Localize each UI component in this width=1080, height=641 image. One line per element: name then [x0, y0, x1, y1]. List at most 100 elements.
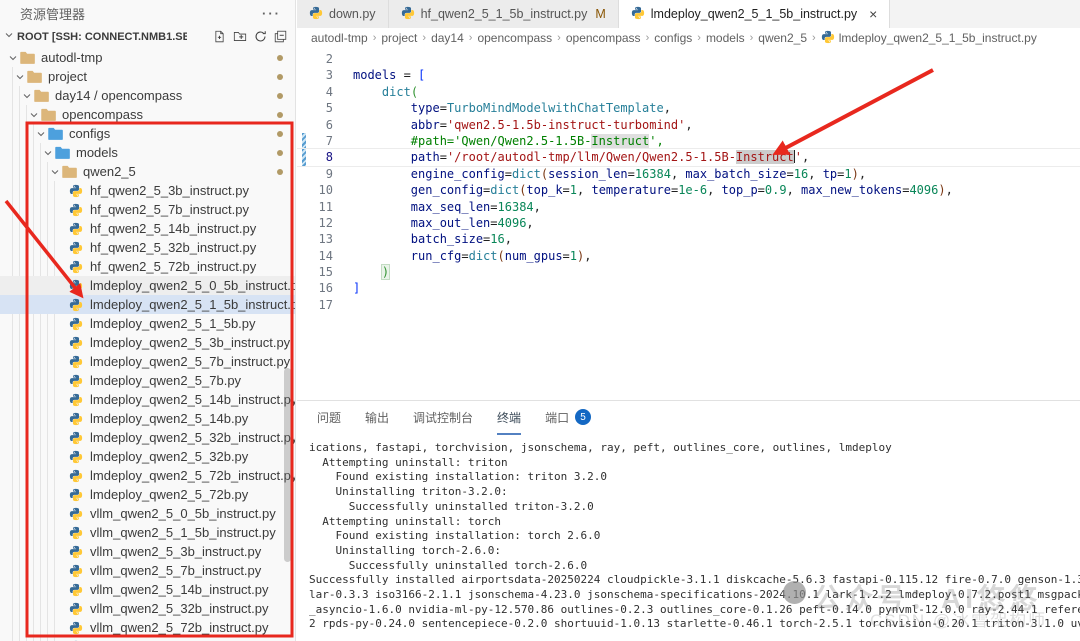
breadcrumb-item[interactable]: qwen2_5 [758, 31, 807, 45]
code-line[interactable]: 6 abbr='qwen2.5-1.5b-instruct-turbomind'… [297, 117, 1080, 133]
panel-tab-bar: 问题 输出 调试控制台 终端 端口 5 [297, 401, 1080, 435]
root-section-header[interactable]: ROOT [SSH: CONNECT.NMB1.SEETACLOU... [0, 26, 295, 47]
python-file-icon [69, 469, 86, 483]
editor-tab[interactable]: lmdeploy_qwen2_5_1_5b_instruct.py × [618, 0, 891, 28]
python-file-icon [69, 431, 86, 445]
ports-badge: 5 [575, 409, 592, 425]
tree-item[interactable]: vllm_qwen2_5_72b_instruct.py [0, 618, 295, 637]
breadcrumb-item[interactable]: autodl-tmp [311, 31, 368, 45]
editor-tab[interactable]: down.py [297, 0, 389, 28]
tree-item[interactable]: qwen2_5 [0, 162, 295, 181]
more-actions-icon[interactable]: ··· [262, 6, 281, 21]
code-line[interactable]: 8 path='/root/autodl-tmp/llm/Qwen/Qwen2.… [297, 149, 1080, 166]
code-line[interactable]: 3 models = [ [297, 67, 1080, 83]
tree-item[interactable]: lmdeploy_qwen2_5_72b_instruct.py [0, 466, 295, 485]
terminal-line: Successfully uninstalled triton-3.2.0 [309, 499, 594, 513]
tree-item[interactable]: hf_qwen2_5_14b_instruct.py [0, 219, 295, 238]
python-file-icon [69, 526, 86, 540]
python-file-icon [69, 279, 86, 293]
panel-tab-label: 问题 [317, 410, 342, 425]
tree-item[interactable]: vllm_qwen2_5_32b_instruct.py [0, 599, 295, 618]
tree-item[interactable]: models [0, 143, 295, 162]
python-file-icon [401, 6, 415, 23]
line-number: 3 [325, 68, 333, 83]
code-line[interactable]: 9 engine_config=dict(session_len=16384, … [297, 166, 1080, 182]
panel-tab[interactable]: 终端 [497, 401, 522, 435]
code-line[interactable]: 16] [297, 280, 1080, 296]
collapse-all-icon[interactable] [274, 30, 287, 43]
tree-item[interactable]: opencompass [0, 105, 295, 124]
panel-tab[interactable]: 端口 5 [545, 401, 592, 435]
modified-dot [277, 150, 283, 156]
tree-item[interactable]: project [0, 67, 295, 86]
code-line[interactable]: 5 type=TurboMindModelwithChatTemplate, [297, 100, 1080, 116]
code-line[interactable]: 11 max_seq_len=16384, [297, 199, 1080, 215]
code-line[interactable]: 7 #path='Qwen/Qwen2.5-1.5B-Instruct', [297, 132, 1080, 150]
code-line[interactable]: 12 max_out_len=4096, [297, 215, 1080, 231]
tree-item[interactable]: configs [0, 124, 295, 143]
panel-tab[interactable]: 问题 [317, 401, 341, 435]
code-line[interactable]: 13 batch_size=16, [297, 231, 1080, 247]
breadcrumb-item[interactable]: project [381, 31, 417, 45]
line-number: 10 [318, 183, 333, 198]
breadcrumb-file[interactable]: lmdeploy_qwen2_5_1_5b_instruct.py [821, 30, 1037, 47]
breadcrumb-item[interactable]: day14 [431, 31, 464, 45]
tree-item-label: hf_qwen2_5_3b_instruct.py [90, 183, 250, 198]
panel-tab[interactable]: 调试控制台 [413, 401, 473, 435]
tree-item[interactable]: vllm_qwen2_5_72b.py [0, 637, 295, 641]
tree-item[interactable]: lmdeploy_qwen2_5_7b.py [0, 371, 295, 390]
tree-item[interactable]: lmdeploy_qwen2_5_1_5b_instruct.py [0, 295, 295, 314]
tab-close-icon[interactable]: × [869, 6, 877, 22]
new-file-icon[interactable] [213, 30, 226, 43]
tree-item[interactable]: vllm_qwen2_5_7b_instruct.py [0, 561, 295, 580]
sidebar-scrollbar[interactable] [284, 368, 291, 562]
breadcrumb-item[interactable]: models [706, 31, 745, 45]
explorer-sidebar: 资源管理器 ··· ROOT [SSH: CONNECT.NMB1.SEETAC… [0, 0, 296, 641]
tree-item[interactable]: lmdeploy_qwen2_5_32b_instruct.py [0, 428, 295, 447]
panel-tab-label: 终端 [497, 410, 522, 425]
tree-item[interactable]: lmdeploy_qwen2_5_14b_instruct.py [0, 390, 295, 409]
tree-item[interactable]: hf_qwen2_5_72b_instruct.py [0, 257, 295, 276]
folder-icon [48, 127, 65, 140]
code-line[interactable]: 4 dict( [297, 84, 1080, 100]
breadcrumb-item[interactable]: opencompass [477, 31, 552, 45]
line-number: 2 [325, 52, 333, 66]
panel-tab-label: 调试控制台 [413, 410, 474, 425]
python-file-icon [69, 621, 86, 635]
panel-tab[interactable]: 输出 [365, 401, 389, 435]
tree-item[interactable]: lmdeploy_qwen2_5_72b.py [0, 485, 295, 504]
code-line[interactable]: 14 run_cfg=dict(num_gpus=1), [297, 248, 1080, 264]
tree-item[interactable]: lmdeploy_qwen2_5_7b_instruct.py [0, 352, 295, 371]
breadcrumb-item[interactable]: configs [654, 31, 692, 45]
code-editor[interactable]: 2 3 models = [4 dict(5 type=TurboMindModel… [297, 48, 1080, 400]
code-line[interactable]: 10 gen_config=dict(top_k=1, temperature=… [297, 182, 1080, 198]
tree-item[interactable]: vllm_qwen2_5_3b_instruct.py [0, 542, 295, 561]
python-file-icon [69, 336, 86, 350]
editor-area: down.py hf_qwen2_5_1_5b_instruct.py Mlmdep… [297, 0, 1080, 641]
refresh-icon[interactable] [254, 30, 267, 43]
new-folder-icon[interactable] [233, 30, 247, 43]
tree-item[interactable]: lmdeploy_qwen2_5_3b_instruct.py [0, 333, 295, 352]
editor-tab[interactable]: hf_qwen2_5_1_5b_instruct.py M [388, 0, 619, 28]
tree-item-label: vllm_qwen2_5_3b_instruct.py [90, 544, 262, 559]
tree-item[interactable]: lmdeploy_qwen2_5_32b.py [0, 447, 295, 466]
tree-item[interactable]: lmdeploy_qwen2_5_1_5b.py [0, 314, 295, 333]
code-line[interactable]: 15 ) [297, 264, 1080, 281]
code-line[interactable]: 2 [297, 51, 1080, 67]
root-label: ROOT [SSH: CONNECT.NMB1.SEETACLOU... [17, 30, 187, 43]
tree-item[interactable]: hf_qwen2_5_32b_instruct.py [0, 238, 295, 257]
tree-item[interactable]: autodl-tmp [0, 48, 295, 67]
tree-item-label: lmdeploy_qwen2_5_0_5b_instruct.py [90, 278, 295, 293]
tree-item[interactable]: hf_qwen2_5_3b_instruct.py [0, 181, 295, 200]
tree-item-label: lmdeploy_qwen2_5_32b.py [90, 449, 249, 464]
tree-item[interactable]: vllm_qwen2_5_14b_instruct.py [0, 580, 295, 599]
tree-item[interactable]: lmdeploy_qwen2_5_0_5b_instruct.py [0, 276, 295, 295]
tree-item[interactable]: lmdeploy_qwen2_5_14b.py [0, 409, 295, 428]
code-line[interactable]: 17 [297, 297, 1080, 313]
breadcrumb-item[interactable]: opencompass [566, 31, 641, 45]
python-file-icon [69, 602, 86, 616]
tree-item[interactable]: hf_qwen2_5_7b_instruct.py [0, 200, 295, 219]
tree-item[interactable]: vllm_qwen2_5_1_5b_instruct.py [0, 523, 295, 542]
tree-item[interactable]: day14 / opencompass [0, 86, 295, 105]
tree-item[interactable]: vllm_qwen2_5_0_5b_instruct.py [0, 504, 295, 523]
